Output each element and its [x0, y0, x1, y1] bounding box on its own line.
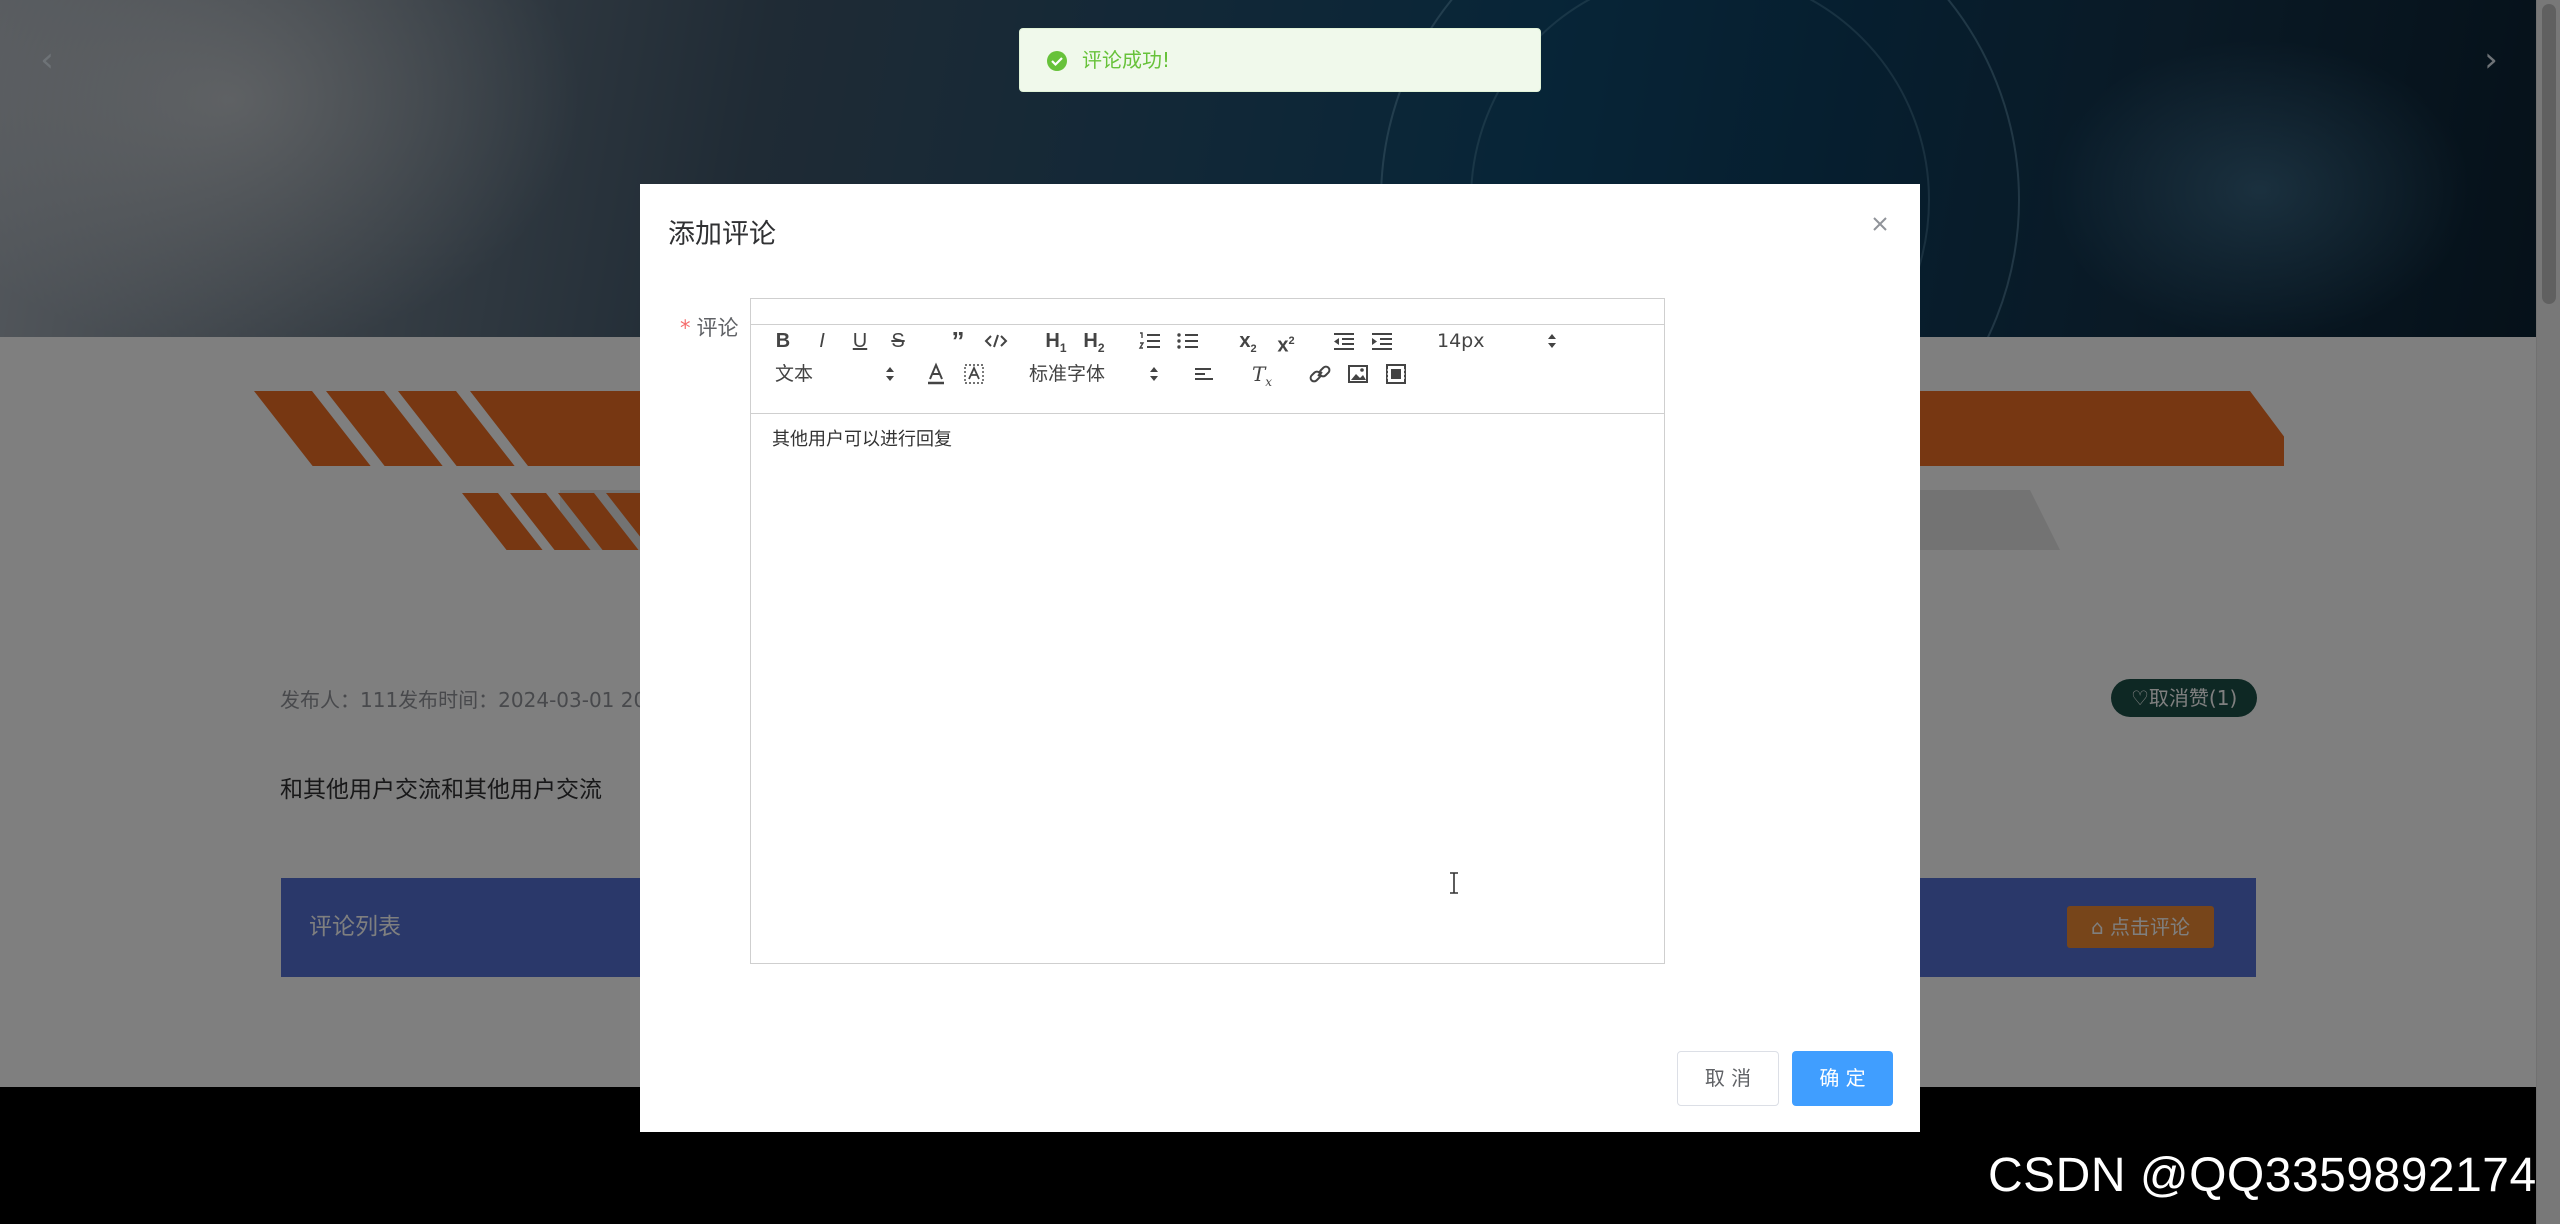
header-2-icon[interactable]: H2 [1079, 328, 1109, 355]
video-icon[interactable] [1383, 361, 1409, 387]
background-color-icon[interactable] [961, 361, 987, 387]
superscript-icon[interactable]: x2 [1273, 328, 1299, 357]
align-icon[interactable] [1191, 361, 1217, 387]
select-caret-icon [886, 367, 894, 381]
success-check-icon [1047, 51, 1067, 71]
editor-toolbar: B I U S ” H1 H2 x2 x2 14px 文本 标准字体 Tx [751, 325, 1664, 414]
font-family-value: 标准字体 [1029, 363, 1106, 385]
header-select[interactable]: 文本 [775, 361, 895, 387]
comment-field-label: * 评论 [680, 312, 739, 342]
font-size-select[interactable]: 14px [1437, 328, 1557, 354]
font-family-select[interactable]: 标准字体 [1029, 361, 1159, 387]
indent-icon[interactable] [1369, 328, 1395, 354]
select-caret-icon [1150, 367, 1158, 381]
link-icon[interactable] [1307, 361, 1333, 387]
font-size-value: 14px [1437, 330, 1485, 352]
image-icon[interactable] [1345, 361, 1371, 387]
editor-top-strip [751, 299, 1664, 325]
editor-content[interactable]: 其他用户可以进行回复 [772, 425, 952, 451]
dialog-title: 添加评论 [668, 219, 776, 250]
confirm-button[interactable]: 确 定 [1792, 1051, 1893, 1106]
add-comment-dialog: 添加评论 * 评论 B I U S ” H1 H2 x2 x2 14px 文本 … [640, 184, 1920, 1132]
code-block-icon[interactable] [983, 328, 1009, 354]
success-toast: 评论成功! [1019, 28, 1541, 92]
bullet-list-icon[interactable] [1175, 328, 1201, 354]
toast-message: 评论成功! [1082, 48, 1171, 72]
comment-label-text: 评论 [696, 316, 739, 340]
blockquote-icon[interactable]: ” [945, 328, 971, 354]
italic-icon[interactable]: I [809, 328, 835, 354]
header-1-icon[interactable]: H1 [1041, 328, 1071, 355]
select-caret-icon [1548, 334, 1556, 348]
underline-icon[interactable]: U [847, 328, 873, 354]
text-cursor-icon [1450, 872, 1458, 894]
rich-text-editor: B I U S ” H1 H2 x2 x2 14px 文本 标准字体 Tx 其他… [750, 298, 1665, 964]
subscript-icon[interactable]: x2 [1235, 328, 1261, 355]
header-select-value: 文本 [775, 363, 814, 385]
clean-format-icon[interactable]: Tx [1249, 361, 1275, 389]
csdn-watermark: CSDN @QQ3359892174 [1988, 1149, 2537, 1202]
cancel-button[interactable]: 取 消 [1677, 1051, 1779, 1106]
close-icon[interactable] [1868, 212, 1892, 236]
strike-icon[interactable]: S [885, 328, 911, 354]
required-mark: * [680, 316, 691, 340]
ordered-list-icon[interactable] [1137, 328, 1163, 354]
outdent-icon[interactable] [1331, 328, 1357, 354]
font-color-icon[interactable] [923, 361, 949, 387]
bold-icon[interactable]: B [770, 328, 796, 354]
